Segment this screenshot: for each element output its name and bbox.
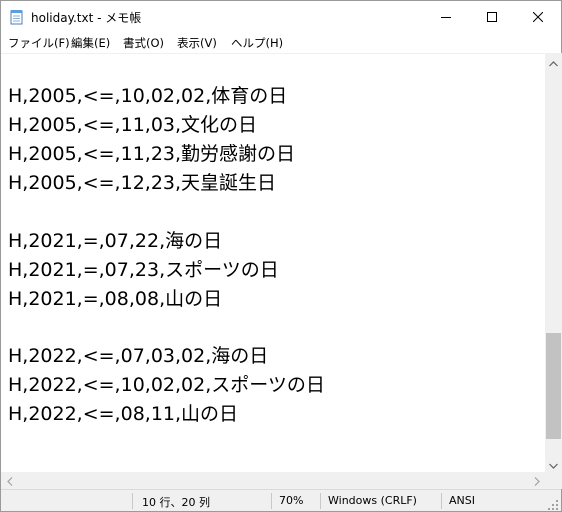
minimize-button[interactable] <box>423 1 469 32</box>
menu-format[interactable]: 書式(O) <box>123 35 164 51</box>
line-ending: Windows (CRLF) <box>328 494 417 507</box>
text-line: H,2005,<=,11,03,文化の日 <box>8 114 258 136</box>
status-divider <box>320 493 321 509</box>
text-line: H,2005,<=,12,23,天皇誕生日 <box>8 172 277 194</box>
scroll-up-button[interactable] <box>545 53 562 70</box>
scroll-right-button[interactable] <box>528 472 545 489</box>
scrollbar-corner <box>545 472 562 489</box>
notepad-icon <box>10 9 24 25</box>
status-divider <box>271 493 272 509</box>
menu-file[interactable]: ファイル(F) <box>8 35 70 51</box>
maximize-button[interactable] <box>469 1 515 32</box>
resize-grip-icon[interactable] <box>547 496 559 510</box>
scroll-left-button[interactable] <box>1 472 18 489</box>
menu-edit[interactable]: 編集(E) <box>71 35 110 51</box>
title-bar[interactable]: holiday.txt - メモ帳 <box>1 1 561 32</box>
text-line: H,2021,=,07,22,海の日 <box>8 230 223 252</box>
text-line: H,2022,<=,07,03,02,海の日 <box>8 345 269 367</box>
text-line: H,2005,<=,11,23,勤労感謝の日 <box>8 143 296 165</box>
menu-view[interactable]: 表示(V) <box>177 35 217 51</box>
maximize-icon <box>487 7 497 26</box>
text-line: H,2021,=,08,08,山の日 <box>8 288 223 310</box>
status-divider <box>441 493 442 509</box>
text-editor[interactable]: H,2005,<=,10,02,02,体育の日 H,2005,<=,11,03,… <box>1 53 545 472</box>
chevron-down-icon <box>549 454 558 473</box>
vertical-scroll-thumb[interactable] <box>546 333 561 439</box>
zoom-level: 70% <box>279 494 304 507</box>
chevron-up-icon <box>549 52 558 71</box>
notepad-window: holiday.txt - メモ帳 ファイル(F) 編集(E) 書式(O) 表示… <box>0 0 562 512</box>
status-divider <box>132 493 133 509</box>
menu-help[interactable]: ヘルプ(H) <box>231 35 283 51</box>
menu-bar: ファイル(F) 編集(E) 書式(O) 表示(V) ヘルプ(H) <box>1 32 561 53</box>
minimize-icon <box>441 7 451 26</box>
vertical-scrollbar[interactable] <box>545 53 562 472</box>
close-icon <box>532 7 544 26</box>
encoding: ANSI <box>449 494 475 507</box>
chevron-right-icon <box>534 471 540 490</box>
close-button[interactable] <box>515 1 561 32</box>
cursor-position: 10 行、20 列 <box>142 496 210 509</box>
scroll-down-button[interactable] <box>545 455 562 472</box>
text-line: H,2022,<=,10,02,02,スポーツの日 <box>8 374 325 396</box>
status-bar: 10 行、20 列 70% Windows (CRLF) ANSI <box>1 489 561 511</box>
text-line: H,2005,<=,10,02,02,体育の日 <box>8 85 288 107</box>
chevron-left-icon <box>6 471 13 490</box>
horizontal-scrollbar[interactable] <box>1 472 545 489</box>
text-line: H,2022,<=,08,11,山の日 <box>8 403 239 425</box>
text-line: H,2021,=,07,23,スポーツの日 <box>8 259 279 281</box>
window-title: holiday.txt - メモ帳 <box>31 11 142 25</box>
